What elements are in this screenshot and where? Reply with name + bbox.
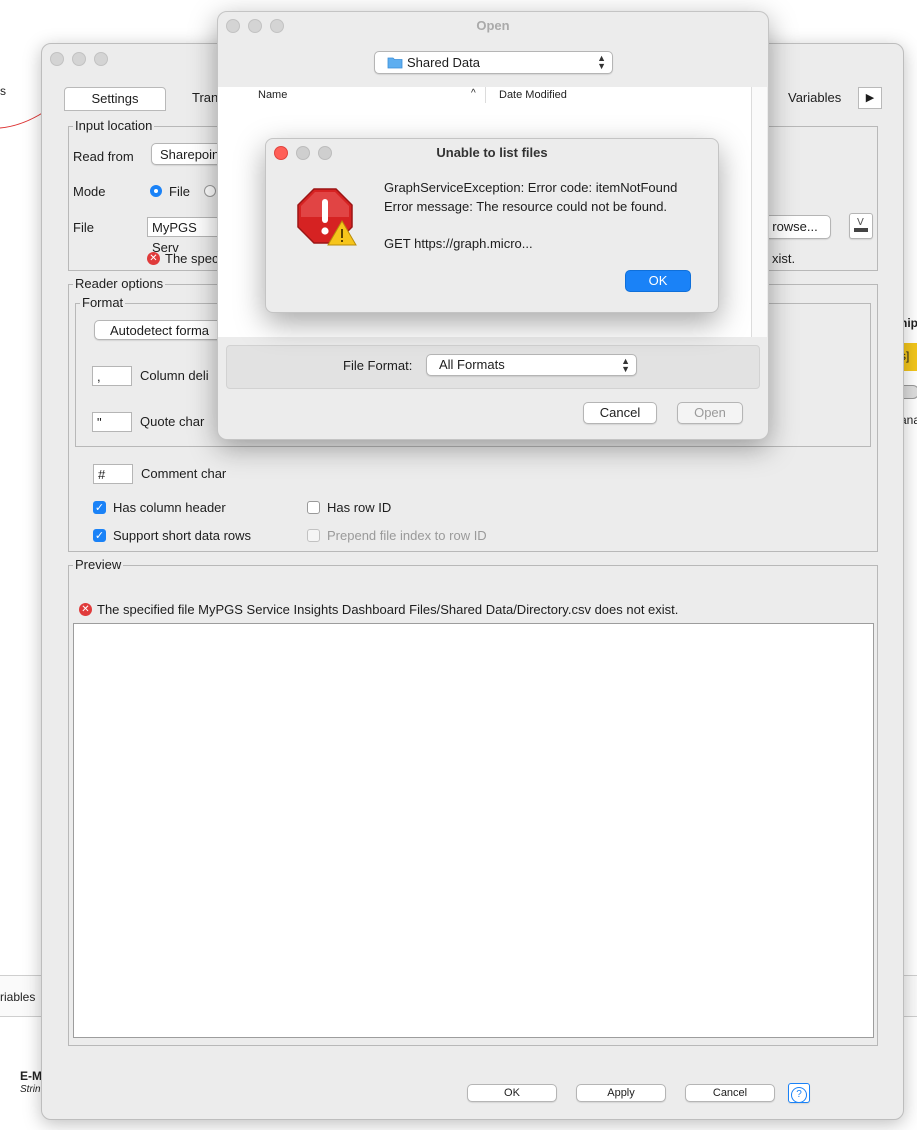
column-delimiter-input[interactable]: ,	[92, 366, 132, 386]
bg-connection-curve	[0, 111, 45, 129]
open-confirm-button[interactable]: Open	[677, 402, 743, 424]
preview-table[interactable]	[73, 623, 874, 1038]
prepend-file-index-label: Prepend file index to row ID	[327, 528, 487, 543]
file-label: File	[73, 220, 94, 235]
help-button[interactable]: ?	[788, 1083, 810, 1103]
apply-button[interactable]: Apply	[576, 1084, 666, 1102]
read-from-label: Read from	[73, 149, 134, 164]
chevron-updown-icon: ▲ ▼	[621, 356, 630, 374]
support-short-rows-label: Support short data rows	[113, 528, 252, 543]
zoom-window-button[interactable]	[94, 52, 108, 66]
alert-ok-button[interactable]: OK	[625, 270, 691, 292]
cancel-button[interactable]: Cancel	[685, 1084, 775, 1102]
support-short-rows-checkbox[interactable]: ✓	[93, 529, 106, 542]
close-window-button[interactable]	[50, 52, 64, 66]
quote-char-input[interactable]: "	[92, 412, 132, 432]
tab-transformation[interactable]: Tran	[192, 87, 218, 109]
help-icon: ?	[791, 1087, 807, 1103]
file-list-scrollbar[interactable]	[751, 87, 767, 337]
open-dialog-title: Open	[476, 18, 510, 33]
mode-file-label: File	[169, 184, 190, 199]
file-error-left: The spec	[165, 251, 219, 266]
window-controls	[50, 52, 108, 66]
preview-title: Preview	[73, 557, 124, 572]
svg-text:V: V	[857, 217, 864, 228]
open-cancel-button[interactable]: Cancel	[583, 402, 657, 424]
file-format-label: File Format:	[343, 358, 413, 373]
format-title: Format	[80, 295, 126, 310]
tab-settings[interactable]: Settings	[64, 87, 166, 111]
column-divider	[485, 87, 486, 103]
flow-variable-icon[interactable]: V	[849, 213, 873, 239]
alert-message-line1: GraphServiceException: Error code: itemN…	[384, 180, 678, 195]
file-format-value: All Formats	[439, 357, 505, 372]
comment-char-input[interactable]: #	[93, 464, 133, 484]
has-row-id-label: Has row ID	[327, 500, 392, 515]
file-format-panel: File Format: All Formats ▲ ▼	[226, 345, 760, 389]
preview-group: Preview ✕ The specified file MyPGS Servi…	[68, 557, 878, 1046]
ok-button[interactable]: OK	[467, 1084, 557, 1102]
bg-text-top-left: s	[0, 84, 6, 98]
alert-message-line3: GET https://graph.micro...	[384, 236, 533, 251]
browse-button[interactable]: rowse...	[759, 215, 831, 239]
chevron-updown-icon: ▲ ▼	[597, 53, 606, 71]
bg-node-title: E-M	[20, 1069, 42, 1083]
alert-title: Unable to list files	[436, 145, 548, 160]
error-warning-icon	[297, 188, 357, 246]
preview-error-icon: ✕	[79, 603, 92, 616]
column-date-header[interactable]: Date Modified	[499, 89, 567, 101]
bg-text-variables: riables	[0, 990, 36, 1004]
reader-options-title: Reader options	[73, 276, 166, 291]
preview-error-text: The specified file MyPGS Service Insight…	[97, 602, 679, 617]
alert-message-line2: Error message: The resource could not be…	[384, 199, 668, 214]
error-icon: ✕	[147, 252, 160, 265]
has-row-id-checkbox[interactable]	[307, 501, 320, 514]
file-path-input[interactable]: MyPGS Serv	[147, 217, 227, 255]
input-location-title: Input location	[73, 118, 155, 133]
file-format-dropdown[interactable]: All Formats ▲ ▼	[426, 354, 637, 376]
minimize-window-button[interactable]	[72, 52, 86, 66]
mode-folder-radio[interactable]	[204, 185, 216, 197]
bg-node-subtitle: Strin	[20, 1084, 41, 1095]
mode-label: Mode	[73, 184, 106, 199]
column-name-header[interactable]: Name	[258, 89, 287, 101]
folder-icon	[387, 57, 403, 69]
has-column-header-checkbox[interactable]: ✓	[93, 501, 106, 514]
has-column-header-label: Has column header	[113, 500, 226, 515]
location-label: Shared Data	[407, 55, 480, 70]
error-alert: Unable to list files GraphServiceExcepti…	[265, 138, 719, 313]
column-delimiter-label: Column deli	[140, 368, 209, 383]
quote-char-label: Quote char	[140, 414, 205, 429]
comment-char-label: Comment char	[141, 466, 227, 481]
autodetect-format-button[interactable]: Autodetect forma	[94, 320, 224, 340]
sort-chevron-icon: ^	[471, 88, 476, 99]
file-error-right: xist.	[772, 251, 796, 266]
prepend-file-index-checkbox	[307, 529, 320, 542]
mode-file-radio[interactable]	[150, 185, 162, 197]
tab-scroll-right-icon[interactable]: ▶	[858, 87, 882, 109]
location-dropdown[interactable]: Shared Data ▲ ▼	[374, 51, 613, 74]
tab-flow-variables[interactable]: Variables	[788, 87, 841, 109]
